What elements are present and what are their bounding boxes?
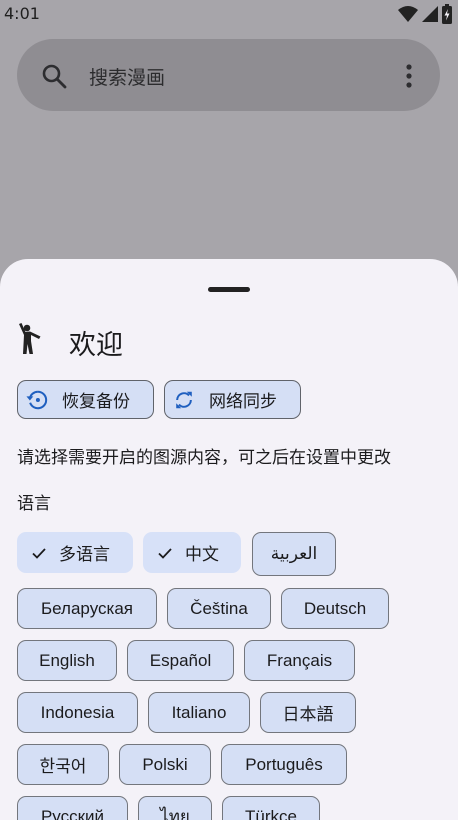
cellular-signal-icon (422, 6, 438, 22)
language-chip-label: Беларуская (41, 598, 133, 618)
welcome-bottom-sheet: 欢迎 恢复备份 网络同步 请选择需要开启的图源内容，可之后在设置中更改 语言 多… (0, 259, 458, 820)
language-chip-label: Português (245, 754, 323, 774)
search-bar[interactable]: 搜索漫画 (17, 39, 440, 111)
language-chip[interactable]: Polski (119, 744, 211, 785)
language-chip-label: 日本語 (282, 705, 334, 724)
language-chip[interactable]: 中文 (143, 532, 241, 573)
status-icons (398, 4, 452, 24)
language-chip-label: 한국어 (39, 757, 87, 776)
more-vert-icon[interactable] (404, 64, 414, 88)
network-sync-label: 网络同步 (209, 392, 277, 412)
search-icon[interactable] (41, 63, 67, 89)
restore-backup-label: 恢复备份 (62, 392, 130, 412)
drag-handle[interactable] (208, 287, 250, 292)
language-chip[interactable]: Türkçe (222, 796, 320, 820)
language-chip-label: العربية (270, 544, 318, 563)
network-sync-button[interactable]: 网络同步 (164, 380, 301, 419)
language-chip[interactable]: Français (244, 640, 355, 681)
search-input[interactable]: 搜索漫画 (89, 63, 165, 90)
restore-icon (26, 390, 48, 409)
language-chip[interactable]: Čeština (167, 588, 271, 629)
language-chip-label: 中文 (185, 545, 219, 564)
person-wave-icon (19, 323, 41, 354)
source-description: 请选择需要开启的图源内容，可之后在设置中更改 (17, 448, 391, 468)
check-icon (32, 547, 46, 559)
language-section-label: 语言 (17, 494, 51, 514)
check-icon (158, 547, 172, 559)
language-chip-label: Deutsch (303, 598, 367, 618)
language-chip[interactable]: Português (221, 744, 347, 785)
wifi-icon (398, 6, 418, 22)
language-chip-label: Français (266, 650, 333, 670)
status-time: 4:01 (4, 4, 40, 23)
language-chip[interactable]: Italiano (148, 692, 250, 733)
welcome-title: 欢迎 (69, 330, 123, 361)
language-chip-label: Polski (142, 754, 188, 774)
language-chip-label: Español (149, 650, 212, 670)
language-chip[interactable]: 한국어 (17, 744, 109, 785)
language-chip[interactable]: English (17, 640, 117, 681)
restore-backup-button[interactable]: 恢复备份 (17, 380, 154, 419)
language-chip-label: Italiano (171, 702, 227, 722)
language-chip[interactable]: 日本語 (260, 692, 356, 733)
language-chip[interactable]: Español (127, 640, 234, 681)
language-chip-label: Türkçe (245, 806, 297, 820)
language-chip-label: Русский (40, 806, 105, 820)
status-bar: 4:01 (0, 0, 458, 28)
language-chip-label: Čeština (190, 598, 248, 618)
language-chip[interactable]: Indonesia (17, 692, 138, 733)
language-chip-label: 多语言 (59, 545, 110, 564)
battery-icon (442, 4, 452, 24)
language-chip-label: English (39, 650, 95, 670)
sync-icon (176, 391, 192, 408)
language-chip-label: ไทย (160, 807, 190, 820)
language-chip[interactable]: Русский (17, 796, 128, 820)
language-chip[interactable]: Беларуская (17, 588, 157, 629)
language-chip[interactable]: العربية (252, 532, 336, 576)
language-chip[interactable]: ไทย (138, 796, 212, 820)
language-chip[interactable]: 多语言 (17, 532, 133, 573)
language-chip-label: Indonesia (40, 702, 115, 722)
language-chip[interactable]: Deutsch (281, 588, 389, 629)
